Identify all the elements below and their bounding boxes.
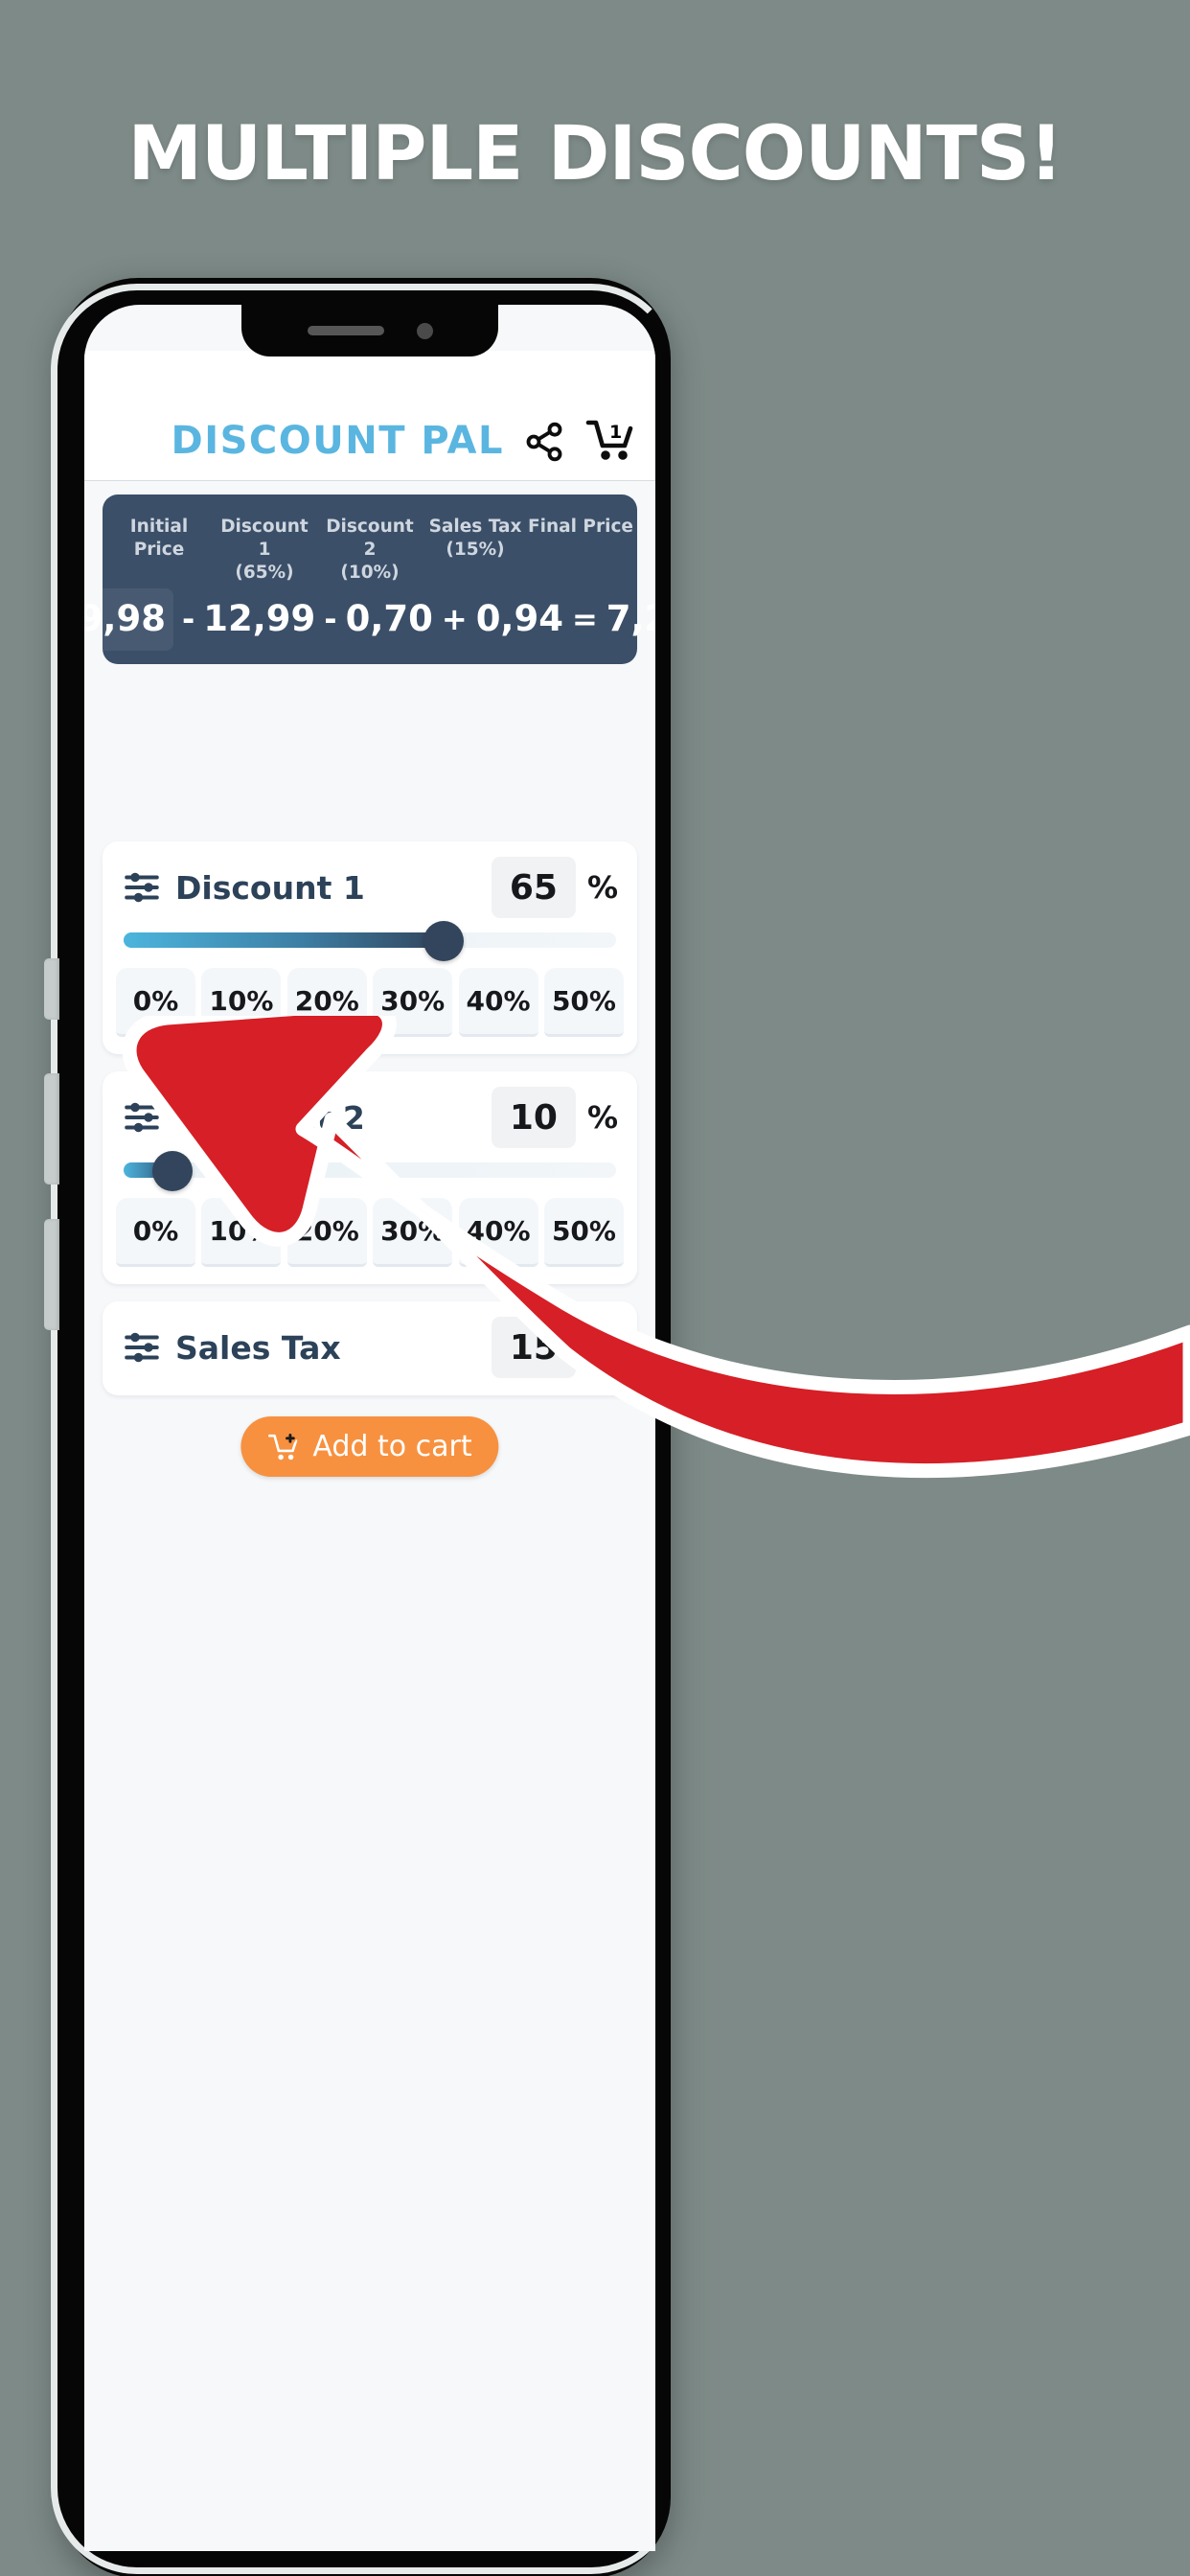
summary-header-label: Final Price [528, 517, 633, 537]
sales-tax-amount: 0,94 [475, 598, 563, 640]
sales-tax-unit: % [586, 1329, 618, 1366]
quick-pick-0[interactable]: 0% [116, 968, 195, 1037]
discount-1-value[interactable]: 65 [491, 857, 576, 918]
slider-thumb[interactable] [423, 921, 465, 961]
sliders-icon [125, 1332, 159, 1363]
sliders-icon [125, 872, 159, 903]
cart-button[interactable]: 1 [584, 417, 634, 463]
add-to-cart-label: Add to cart [312, 1430, 472, 1463]
phone-mockup: DISCOUNT PAL 1 Initial Price Discount 1 … [29, 278, 1190, 2576]
front-camera [416, 322, 433, 339]
cart-badge-count: 1 [609, 422, 623, 443]
share-button[interactable] [523, 421, 565, 463]
slider-track [124, 1162, 616, 1178]
slider-fill [124, 932, 445, 948]
discount-1-label: Discount 1 [175, 868, 365, 907]
summary-panel: Initial Price Discount 1 (65%) Discount … [84, 494, 655, 665]
operator-equals: = [571, 600, 598, 637]
phone-silence-switch[interactable] [44, 958, 59, 1020]
app-title: DISCOUNT PAL [171, 419, 504, 463]
discount-2-label: Discount 2 [175, 1098, 365, 1137]
discount-1-amount: 12,99 [203, 598, 316, 640]
quick-pick-20[interactable]: 20% [286, 968, 367, 1037]
sliders-icon [125, 1102, 159, 1133]
quick-pick-30[interactable]: 30% [373, 968, 453, 1037]
quick-pick-10[interactable]: 10% [201, 968, 282, 1037]
quick-pick-20[interactable]: 20% [286, 1198, 367, 1267]
promo-screenshot: MULTIPLE DISCOUNTS! DISCOUNT PAL 1 Initi… [0, 0, 1190, 2576]
add-to-cart-button[interactable]: Add to cart [240, 1416, 499, 1477]
sales-tax-value[interactable]: 15 [491, 1317, 576, 1378]
operator-minus-2: - [324, 600, 337, 637]
discount-2-slider[interactable] [124, 1151, 616, 1191]
summary-header-sub: (65%) [235, 563, 294, 584]
quick-pick-40[interactable]: 40% [458, 1198, 538, 1267]
summary-header-label: Sales Tax [428, 517, 522, 537]
quick-pick-40[interactable]: 40% [458, 968, 538, 1037]
sales-tax-label: Sales Tax [175, 1328, 341, 1367]
discount-1-quick-picks: 0% 10% 20% 30% 40% 50% [103, 954, 637, 1037]
summary-header-label: Discount 1 [220, 517, 309, 561]
discount-1-card: Discount 1 65 % 0% 10% 20% 30% 40% 50% [103, 841, 637, 1054]
phone-volume-up-button[interactable] [44, 1073, 59, 1184]
quick-pick-50[interactable]: 50% [543, 1198, 624, 1267]
final-price-value: 7,24 [606, 598, 655, 640]
initial-price-input[interactable]: 19,98 [84, 588, 173, 652]
discount-2-amount: 0,70 [345, 598, 433, 640]
discount-2-card: Discount 2 10 % 0% 10% 20% 30% 40% 50% [103, 1071, 637, 1284]
summary-expression: 19,98 - 12,99 - 0,70 + 0,94 = 7,24 [84, 588, 655, 652]
app-header: DISCOUNT PAL 1 [84, 351, 655, 481]
promo-headline: MULTIPLE DISCOUNTS! [127, 111, 1063, 197]
phone-screen: DISCOUNT PAL 1 Initial Price Discount 1 … [84, 305, 655, 2551]
summary-header-label: Discount 2 [326, 517, 414, 561]
summary-header-initial-price: Initial Price [106, 516, 212, 585]
operator-plus: + [441, 600, 468, 637]
summary-header-label: Initial Price [129, 517, 189, 561]
summary-header-discount-1: Discount 1 (65%) [212, 516, 317, 585]
phone-volume-down-button[interactable] [44, 1219, 59, 1330]
operator-minus-1: - [181, 600, 195, 637]
discount-1-unit: % [586, 869, 618, 906]
discount-2-quick-picks: 0% 10% 20% 30% 40% 50% [103, 1184, 637, 1267]
quick-pick-10[interactable]: 10% [201, 1198, 282, 1267]
discount-2-value[interactable]: 10 [491, 1087, 576, 1148]
discount-1-slider[interactable] [124, 921, 616, 961]
summary-header-sub: (10%) [340, 563, 400, 584]
discount-2-unit: % [586, 1099, 618, 1136]
earpiece-speaker [307, 326, 384, 335]
summary-header-sales-tax: Sales Tax (15%) [423, 516, 528, 585]
summary-header-sub: (15%) [446, 540, 505, 561]
quick-pick-0[interactable]: 0% [116, 1198, 195, 1267]
quick-pick-50[interactable]: 50% [543, 968, 624, 1037]
quick-pick-30[interactable]: 30% [373, 1198, 453, 1267]
summary-column-headers: Initial Price Discount 1 (65%) Discount … [106, 516, 633, 585]
cart-plus-icon [268, 1432, 298, 1460]
sales-tax-header: Sales Tax 15 % [103, 1301, 637, 1378]
share-icon [526, 422, 562, 462]
summary-header-final-price: Final Price [528, 516, 633, 585]
discount-2-header: Discount 2 10 % [103, 1071, 637, 1148]
summary-header-discount-2: Discount 2 (10%) [317, 516, 423, 585]
discount-1-header: Discount 1 65 % [103, 841, 637, 918]
sales-tax-card: Sales Tax 15 % [103, 1301, 637, 1395]
phone-notch [241, 305, 498, 356]
